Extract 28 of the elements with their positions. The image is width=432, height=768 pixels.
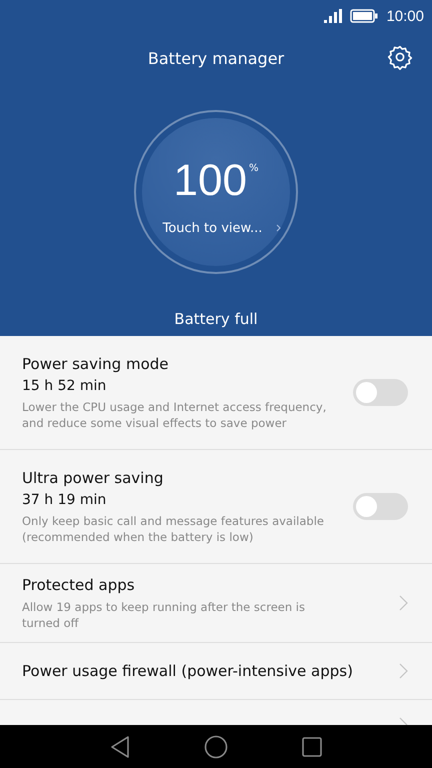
screen-title: Battery manager [148,48,284,68]
battery-percent: 100 [174,158,247,202]
toggle-switch[interactable] [353,379,408,406]
status-time: 10:00 [386,8,424,24]
row-description: Allow 19 apps to keep running after the screen is turned off [22,598,306,630]
row-title: Power usage firewall (power-intensive apps) [22,662,354,680]
toggle-switch[interactable] [353,493,408,520]
battery-level-dial[interactable]: 100% Touch to view... [134,110,298,274]
recents-icon[interactable] [302,736,322,756]
settings-row[interactable]: Protected apps Allow 19 apps to keep running after the screen is turned off [0,564,432,643]
home-icon[interactable] [204,734,228,758]
settings-row[interactable]: Power saving mode 15 h 52 min Lower the CPU usage and Internet access frequency, and reduce some visual effects to save power [0,336,432,450]
back-icon[interactable] [110,736,130,758]
signal-icon [324,9,342,23]
row-value: 15 h 52 min [22,378,108,394]
settings-row[interactable]: Ultra power saving 37 h 19 min Only keep basic call and message features available (recommended when the battery is low) [0,450,432,564]
battery-icon [350,9,378,23]
settings-row[interactable]: Power usage firewall (power-intensive apps) [0,643,432,700]
touch-to-view-link[interactable]: Touch to view... [162,220,262,236]
row-description: Lower the CPU usage and Internet access frequency, and reduce some visual effects to save power [22,398,328,430]
percent-sign: % [248,162,258,174]
row-title: Ultra power saving [22,468,164,486]
row-title: Protected apps [22,576,136,594]
row-description: Only keep basic call and message features available (recommended when the battery is low) [22,512,325,544]
row-title: Power saving mode [22,354,170,372]
battery-status: Battery full [174,310,258,328]
row-value: 37 h 19 min [22,492,108,508]
settings-icon[interactable] [387,44,413,70]
